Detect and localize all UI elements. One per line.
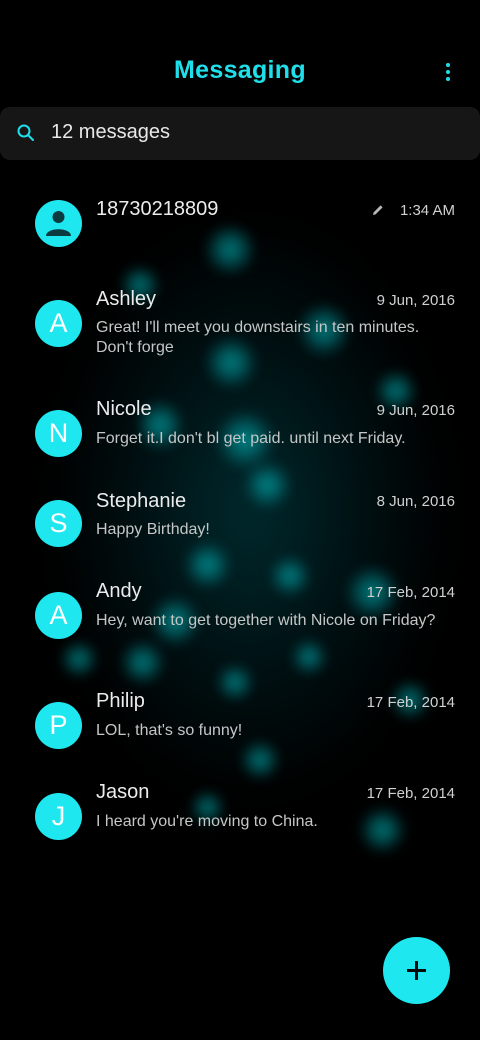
message-date: 17 Feb, 2014 [366, 584, 455, 601]
conversation-row[interactable]: S Stephanie 8 Jun, 2016 Happy Birthday! [0, 478, 480, 568]
conversation-row[interactable]: 18730218809 1:34 AM [0, 178, 480, 268]
app-header: Messaging [0, 0, 480, 104]
conversation-row[interactable]: A Andy 17 Feb, 2014 Hey, want to get tog… [0, 570, 480, 660]
conversation-row[interactable]: N Nicole 9 Jun, 2016 Forget it.I don't b… [0, 388, 480, 478]
message-snippet: LOL, that's so funny! [96, 722, 243, 739]
message-date: 8 Jun, 2016 [376, 493, 455, 510]
contact-name: 18730218809 [96, 198, 219, 220]
new-message-button[interactable] [383, 937, 450, 1004]
message-snippet: Hey, want to get together with Nicole on… [96, 612, 436, 629]
conversation-row[interactable]: J Jason 17 Feb, 2014 I heard you're movi… [0, 771, 480, 861]
avatar: J [35, 793, 82, 840]
message-date: 17 Feb, 2014 [366, 785, 455, 802]
search-bar[interactable]: 12 messages [0, 107, 480, 160]
plus-icon [407, 961, 426, 980]
message-time: 1:34 AM [399, 202, 455, 219]
contact-name: Philip [96, 690, 145, 712]
person-icon [46, 211, 71, 236]
message-snippet: Great! I'll meet you downstairs in ten m… [96, 319, 420, 356]
avatar [35, 200, 82, 247]
conversation-row[interactable]: A Ashley 9 Jun, 2016 Great! I'll meet yo… [0, 278, 480, 368]
pencil-icon [373, 205, 383, 215]
message-snippet: I heard you're moving to China. [96, 813, 318, 830]
avatar: S [35, 500, 82, 547]
contact-name: Nicole [96, 398, 152, 420]
search-icon [17, 124, 34, 141]
message-date: 9 Jun, 2016 [376, 402, 455, 419]
messaging-screen: Messaging 12 messages 18730218809 1:34 A… [0, 0, 480, 1040]
search-message-count: 12 messages [51, 121, 170, 143]
avatar: A [35, 300, 82, 347]
message-snippet: Forget it.I don't bl get paid. until nex… [96, 430, 406, 447]
avatar: A [35, 592, 82, 639]
contact-name: Jason [96, 781, 150, 803]
overflow-menu-button[interactable] [440, 58, 456, 86]
message-snippet: Happy Birthday! [96, 521, 210, 538]
page-title: Messaging [174, 56, 306, 84]
message-date: 9 Jun, 2016 [376, 292, 455, 309]
contact-name: Ashley [96, 288, 157, 310]
message-date: 17 Feb, 2014 [366, 694, 455, 711]
contact-name: Stephanie [96, 490, 187, 512]
conversation-row[interactable]: P Philip 17 Feb, 2014 LOL, that's so fun… [0, 680, 480, 770]
more-vert-icon [446, 63, 450, 67]
avatar: P [35, 702, 82, 749]
contact-name: Andy [96, 580, 142, 602]
avatar: N [35, 410, 82, 457]
